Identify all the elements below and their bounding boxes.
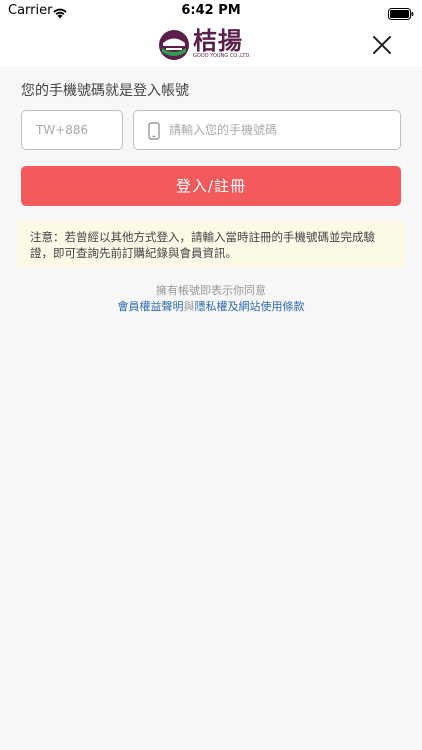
phone-number-input[interactable]	[167, 122, 391, 138]
logo-mark-icon	[159, 30, 189, 60]
member-terms-link[interactable]: 會員權益聲明	[118, 300, 184, 313]
privacy-terms-link[interactable]: 隱私權及網站使用條款	[195, 300, 305, 313]
agreement-text: 擁有帳號即表示你同意	[156, 284, 266, 297]
close-button[interactable]	[370, 33, 394, 57]
status-bar: Carrier 6:42 PM	[0, 0, 422, 24]
brand-name: 桔揚	[193, 27, 243, 55]
brand-subtitle: GOOD YOUNG CO.,LTD.	[193, 53, 251, 59]
login-register-button[interactable]: 登入/註冊	[21, 166, 401, 206]
notice-text: 注意：若曾經以其他方式登入，請輸入當時註冊的手機號碼並完成驗證，即可查詢先前訂購…	[30, 230, 375, 260]
mobile-phone-icon	[148, 122, 160, 144]
terms-links: 會員權益聲明與隱私權及網站使用條款	[0, 298, 422, 314]
login-prompt: 您的手機號碼就是登入帳號	[21, 83, 189, 99]
nav-bar: 桔揚 GOOD YOUNG CO.,LTD.	[0, 24, 422, 66]
links-joiner: 與	[183, 300, 195, 313]
phone-number-field[interactable]	[133, 110, 401, 150]
notice-box: 注意：若曾經以其他方式登入，請輸入當時註冊的手機號碼並完成驗證，即可查詢先前訂購…	[17, 221, 405, 267]
brand-logo: 桔揚 GOOD YOUNG CO.,LTD.	[158, 27, 268, 61]
battery-icon	[388, 5, 414, 24]
country-code-input[interactable]	[34, 122, 118, 138]
clock-time: 6:42 PM	[181, 3, 241, 18]
country-code-field[interactable]	[21, 110, 123, 150]
close-icon	[373, 36, 391, 54]
